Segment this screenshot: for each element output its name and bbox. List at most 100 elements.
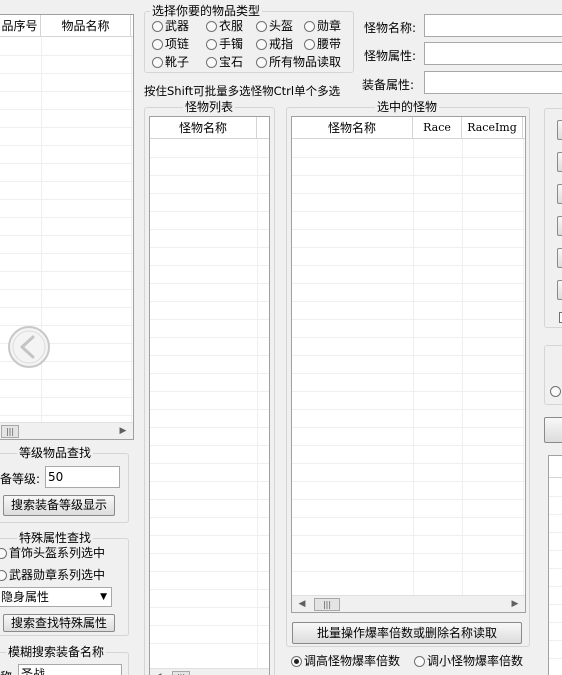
equip-attr-label: 装备属性:	[362, 78, 415, 92]
search-special-button[interactable]: 搜索查找特殊属性	[3, 614, 115, 632]
batch-operation-button[interactable]: 批量操作爆率倍数或删除名称读取	[292, 622, 522, 644]
side-radio[interactable]	[550, 386, 562, 400]
level-input[interactable]: 50	[45, 466, 120, 488]
chevron-left-icon	[8, 326, 50, 368]
column-divider	[257, 139, 258, 675]
side-button-1[interactable]	[557, 120, 562, 140]
monster-list-title: 怪物列表	[183, 100, 236, 114]
column-divider	[462, 139, 463, 612]
side-table[interactable]	[548, 455, 562, 675]
hscroll-thumb[interactable]: |||	[314, 598, 340, 611]
attribute-select[interactable]: 隐身属性 ▼	[0, 587, 112, 607]
type-label: 武器	[165, 19, 190, 33]
weapon-series-label: 武器勋章系列选中	[9, 568, 106, 582]
type-label: 项链	[165, 37, 190, 51]
radio-icon	[206, 20, 217, 32]
radio-selected-icon	[291, 655, 302, 667]
type-label: 宝石	[219, 55, 244, 69]
item-table[interactable]: 品序号 物品名称 ||| ▶	[0, 14, 134, 440]
type-radio-belt[interactable]: 腰带	[304, 37, 341, 51]
type-label: 腰带	[317, 37, 342, 51]
column-header-monster-name[interactable]: 怪物名称	[292, 117, 413, 139]
fuzzy-search-title: 模糊搜索装备名称	[6, 645, 107, 659]
type-label: 衣服	[219, 19, 244, 33]
decrease-rate-label: 调小怪物爆率倍数	[427, 654, 524, 668]
type-radio-helmet[interactable]: 头盔	[256, 19, 293, 33]
level-search-title: 等级物品查找	[17, 446, 94, 460]
monster-attr-label: 怪物属性:	[364, 49, 417, 63]
special-search-title: 特殊属性查找	[17, 531, 94, 545]
radio-icon	[152, 56, 163, 68]
dropdown-arrow-icon: ▼	[100, 592, 107, 602]
attribute-select-value: 隐身属性	[1, 590, 50, 604]
column-header-race[interactable]: Race	[413, 117, 462, 139]
search-level-button[interactable]: 搜索装备等级显示	[3, 495, 115, 516]
column-header-item-name[interactable]: 物品名称	[41, 15, 131, 37]
type-radio-medal[interactable]: 勋章	[304, 19, 341, 33]
scroll-left-icon[interactable]: ◀	[150, 669, 166, 675]
type-radio-ring[interactable]: 戒指	[256, 37, 293, 51]
column-divider	[523, 139, 524, 612]
monster-name-label: 怪物名称:	[364, 21, 417, 35]
column-header-monster-name[interactable]: 怪物名称	[150, 117, 257, 139]
type-radio-boots[interactable]: 靴子	[152, 55, 189, 69]
type-label: 手镯	[219, 37, 244, 51]
radio-icon	[0, 547, 7, 559]
side-button-3[interactable]	[557, 184, 562, 204]
item-type-title: 选择你要的物品类型	[150, 4, 263, 18]
type-radio-necklace[interactable]: 项链	[152, 37, 189, 51]
back-button[interactable]	[7, 325, 51, 369]
side-button-5[interactable]	[557, 248, 562, 268]
side-button-6[interactable]	[557, 280, 562, 300]
type-label: 靴子	[165, 55, 190, 69]
monster-list-header: 怪物名称	[150, 117, 269, 139]
side-button-2[interactable]	[557, 152, 562, 172]
radio-icon	[152, 20, 163, 32]
type-radio-weapon[interactable]: 武器	[152, 19, 189, 33]
helmet-series-label: 首饰头盔系列选中	[9, 546, 106, 560]
side-table-header	[549, 456, 562, 478]
radio-icon	[152, 38, 163, 50]
type-label: 所有物品读取	[269, 55, 342, 69]
radio-icon	[206, 38, 217, 50]
hscroll-thumb[interactable]: |||	[172, 671, 190, 675]
radio-icon	[256, 56, 267, 68]
selected-monsters-hscrollbar[interactable]: ◀ ||| ▶	[292, 595, 525, 612]
equip-attr-input[interactable]	[424, 71, 562, 94]
scroll-right-icon[interactable]: ▶	[115, 423, 131, 439]
fuzzy-search-input[interactable]: 圣战	[18, 664, 122, 675]
monster-name-input[interactable]	[424, 14, 562, 37]
hscroll-thumb[interactable]: |||	[1, 425, 19, 438]
weapon-series-radio[interactable]: 武器勋章系列选中	[0, 568, 105, 582]
scroll-left-icon[interactable]: ◀	[294, 596, 310, 612]
type-label: 勋章	[317, 19, 342, 33]
type-radio-gem[interactable]: 宝石	[206, 55, 243, 69]
column-header-race-img[interactable]: RaceImg	[462, 117, 523, 139]
scroll-right-icon[interactable]: ▶	[507, 596, 523, 612]
selected-monsters-table[interactable]: 怪物名称 Race RaceImg ◀ ||| ▶	[291, 116, 526, 613]
side-button-4[interactable]	[557, 216, 562, 236]
radio-icon	[256, 20, 267, 32]
radio-icon	[304, 38, 315, 50]
item-table-hscrollbar[interactable]: ||| ▶	[0, 422, 133, 439]
monster-attr-input[interactable]	[424, 42, 562, 65]
type-radio-clothes[interactable]: 衣服	[206, 19, 243, 33]
level-label: 备等级:	[0, 472, 41, 486]
selected-monsters-title: 选中的怪物	[375, 100, 440, 114]
increase-rate-radio[interactable]: 调高怪物爆率倍数	[291, 654, 400, 668]
helmet-series-radio[interactable]: 首饰头盔系列选中	[0, 546, 105, 560]
increase-rate-label: 调高怪物爆率倍数	[304, 654, 401, 668]
column-header-item-index[interactable]: 品序号	[0, 15, 41, 37]
type-radio-bracelet[interactable]: 手镯	[206, 37, 243, 51]
item-table-header: 品序号 物品名称	[0, 15, 133, 37]
decrease-rate-radio[interactable]: 调小怪物爆率倍数	[414, 654, 523, 668]
radio-icon	[550, 386, 561, 397]
selected-monsters-header: 怪物名称 Race RaceImg	[292, 117, 525, 139]
type-radio-all-items[interactable]: 所有物品读取	[256, 55, 341, 69]
monster-list-table[interactable]: 怪物名称 ◀ |||	[149, 116, 270, 675]
type-label: 头盔	[269, 19, 294, 33]
column-divider	[413, 139, 414, 612]
side-wide-button[interactable]	[544, 417, 562, 443]
monster-list-hscrollbar[interactable]: ◀ |||	[150, 668, 269, 675]
radio-icon	[304, 20, 315, 32]
